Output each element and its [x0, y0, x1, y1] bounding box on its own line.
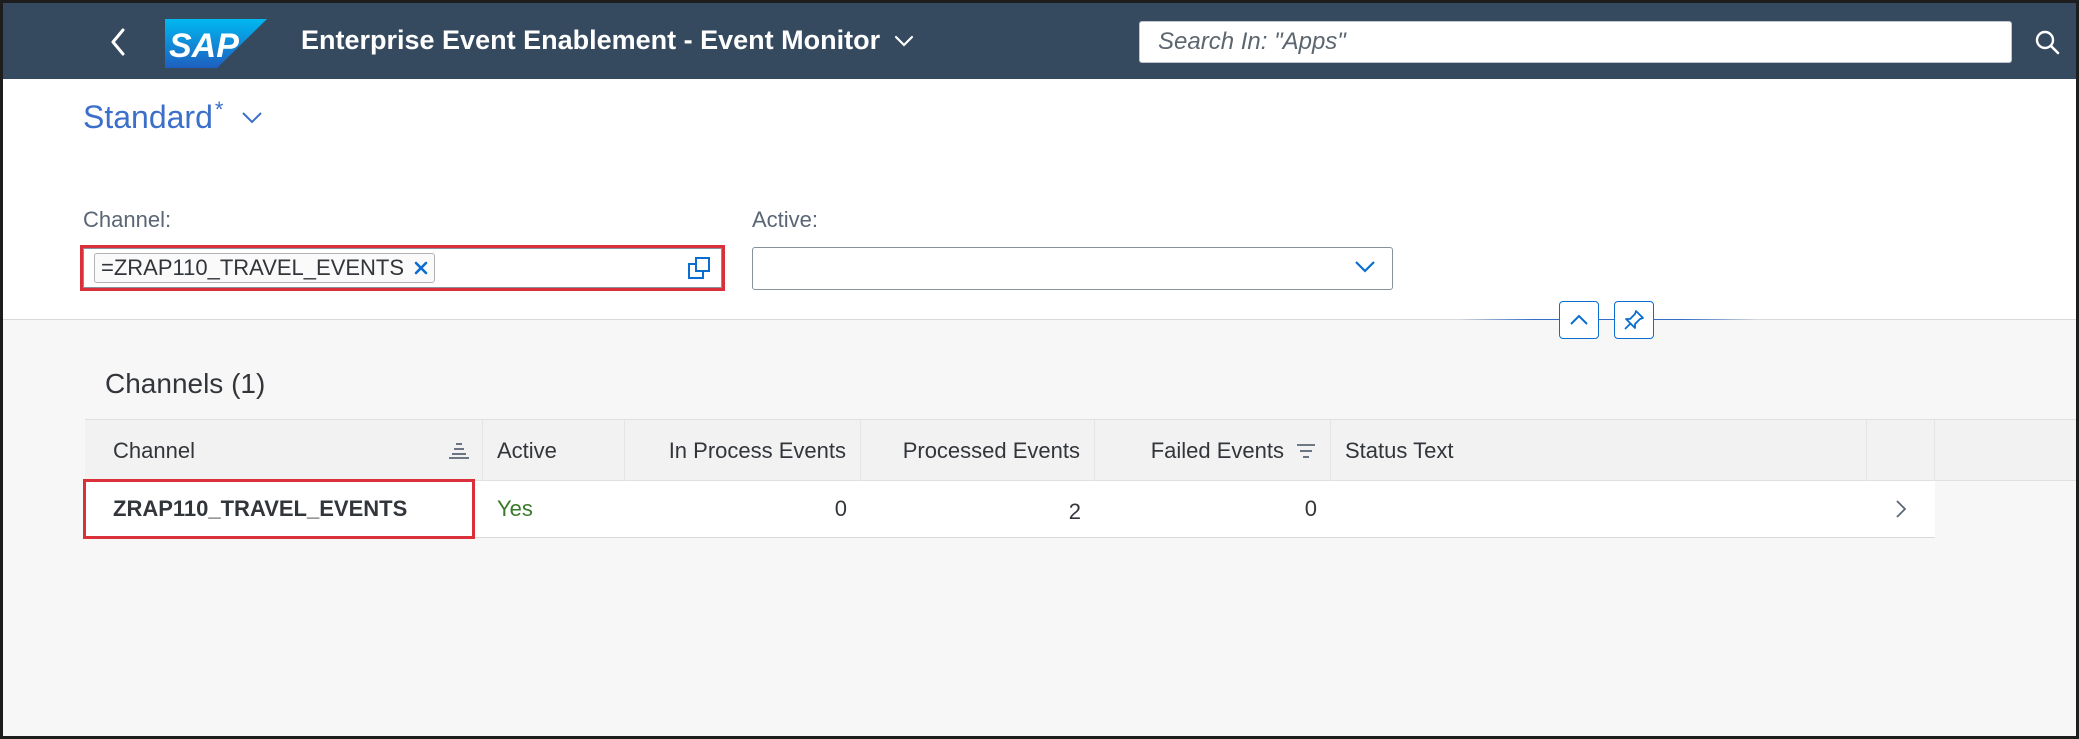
svg-text:SAP: SAP — [169, 27, 239, 65]
variant-name: Standard — [83, 99, 213, 135]
cell-channel: ZRAP110_TRAVEL_EVENTS — [113, 496, 408, 521]
navigation-arrow-icon — [1896, 500, 1907, 518]
column-header-navigation — [1867, 420, 1935, 482]
column-label: Channel — [113, 438, 195, 463]
search-field[interactable] — [1139, 21, 2012, 63]
chevron-down-icon — [242, 112, 263, 124]
table-row[interactable]: ZRAP110_TRAVEL_EVENTS Yes 0 2 0 — [85, 481, 1935, 538]
row-navigation[interactable] — [1867, 481, 1935, 537]
column-header-processed-events[interactable]: Processed Events — [861, 420, 1095, 482]
channels-table: Channel Active In Process Events Process… — [85, 419, 2076, 538]
column-header-status-text[interactable]: Status Text — [1331, 420, 1867, 482]
active-select[interactable] — [752, 247, 1393, 290]
active-label: Active: — [752, 207, 819, 232]
pin-header-button[interactable] — [1614, 301, 1654, 339]
cell-processed-events: 2 — [1068, 499, 1081, 524]
cell-in-process-events: 0 — [834, 496, 847, 521]
column-header-in-process-events[interactable]: In Process Events — [625, 420, 861, 482]
back-arrow-icon — [111, 28, 125, 56]
column-label: Active — [497, 438, 557, 463]
app-window: SAP Enterprise Event Enablement - Event … — [0, 0, 2079, 739]
channel-label: Channel: — [83, 207, 172, 232]
filter-icon — [1297, 444, 1315, 458]
sort-icon — [449, 443, 469, 459]
value-help-icon[interactable] — [687, 256, 711, 280]
header-separator — [1458, 319, 1758, 320]
cell-active: Yes — [497, 496, 533, 521]
column-label: Processed Events — [902, 438, 1080, 463]
column-label: Failed Events — [1150, 438, 1284, 463]
column-label: Status Text — [1345, 438, 1454, 463]
collapse-header-button[interactable] — [1559, 301, 1599, 339]
pin-icon — [1624, 310, 1644, 330]
channel-filter-field[interactable]: =ZRAP110_TRAVEL_EVENTS — [80, 245, 725, 291]
filter-bar: Standard * Channel: =ZRAP110_TRAVEL_EVEN… — [3, 79, 2076, 339]
column-header-active[interactable]: Active — [483, 420, 625, 482]
variant-modified-marker: * — [214, 97, 224, 122]
cell-failed-events: 0 — [1304, 496, 1317, 521]
sap-logo[interactable]: SAP — [165, 19, 267, 68]
app-title-menu[interactable]: Enterprise Event Enablement - Event Moni… — [301, 25, 914, 56]
chevron-down-icon — [1355, 261, 1375, 273]
column-label: In Process Events — [668, 438, 846, 463]
collapse-icon — [1570, 314, 1588, 325]
decline-icon[interactable] — [414, 261, 428, 275]
table-title: Channels (1) — [105, 368, 266, 399]
channel-token-text: =ZRAP110_TRAVEL_EVENTS — [101, 255, 405, 280]
back-button[interactable] — [103, 25, 133, 59]
chevron-down-icon — [895, 35, 914, 47]
search-button[interactable] — [2031, 25, 2063, 59]
column-header-channel[interactable]: Channel — [85, 420, 483, 482]
channel-token[interactable]: =ZRAP110_TRAVEL_EVENTS — [94, 253, 436, 283]
table-header: Channel Active In Process Events Process… — [85, 419, 2076, 482]
app-title: Enterprise Event Enablement - Event Moni… — [301, 25, 881, 55]
column-header-failed-events[interactable]: Failed Events — [1095, 420, 1331, 482]
search-input[interactable] — [1158, 28, 2011, 56]
search-icon — [2035, 30, 2060, 55]
shell-bar: SAP Enterprise Event Enablement - Event … — [3, 3, 2076, 79]
variant-management[interactable]: Standard * — [83, 99, 263, 136]
cell-status-text — [1331, 481, 1867, 537]
